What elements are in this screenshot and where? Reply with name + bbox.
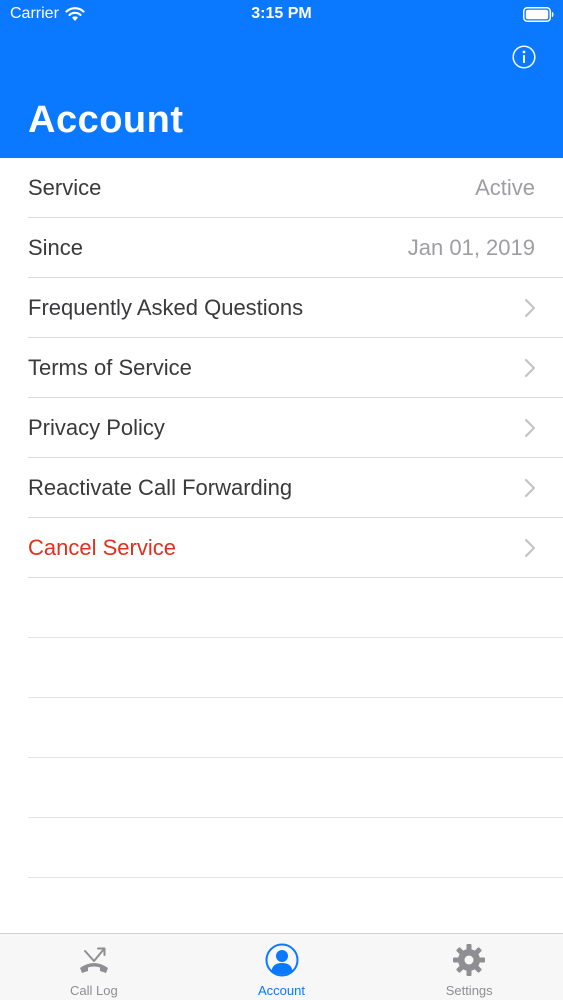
chevron-right-icon	[524, 418, 536, 438]
row-cancel-service[interactable]: Cancel Service	[0, 518, 563, 578]
row-label: Service	[28, 175, 102, 200]
since-date-value: Jan 01, 2019	[407, 235, 535, 260]
tab-account[interactable]: Account	[188, 934, 376, 1000]
status-bar: Carrier 3:15 PM	[0, 0, 563, 30]
chevron-right-icon	[524, 538, 536, 558]
empty-row	[0, 758, 563, 818]
row-reactivate-call-forwarding[interactable]: Reactivate Call Forwarding	[0, 458, 563, 518]
tab-label: Account	[258, 983, 305, 998]
row-since: Since Jan 01, 2019	[0, 218, 563, 278]
nav-header: Carrier 3:15 PM Account	[0, 0, 563, 158]
row-faq[interactable]: Frequently Asked Questions	[0, 278, 563, 338]
tab-call-log[interactable]: Call Log	[0, 934, 188, 1000]
row-privacy-policy[interactable]: Privacy Policy	[0, 398, 563, 458]
chevron-right-icon	[524, 298, 536, 318]
row-service: Service Active	[0, 158, 563, 218]
battery-icon	[523, 7, 554, 22]
empty-row	[0, 638, 563, 698]
row-label: Terms of Service	[28, 355, 192, 380]
tab-bar: Call Log Account Settings	[0, 933, 563, 1000]
service-status-value: Active	[475, 175, 535, 200]
chevron-right-icon	[524, 358, 536, 378]
row-label: Reactivate Call Forwarding	[28, 475, 293, 500]
status-time: 3:15 PM	[251, 5, 312, 22]
row-label: Privacy Policy	[28, 415, 165, 440]
page-title: Account	[28, 99, 184, 141]
row-terms-of-service[interactable]: Terms of Service	[0, 338, 563, 398]
gear-icon	[453, 944, 486, 976]
info-icon[interactable]	[512, 45, 536, 69]
row-label: Since	[28, 235, 84, 260]
call-log-icon	[79, 947, 108, 973]
tab-settings[interactable]: Settings	[375, 934, 563, 1000]
row-label: Cancel Service	[28, 535, 176, 560]
empty-row	[0, 578, 563, 638]
account-table: Service Active Since Jan 01, 2019 Freque…	[0, 158, 563, 878]
chevron-right-icon	[524, 478, 536, 498]
empty-row	[0, 698, 563, 758]
tab-label: Settings	[445, 983, 493, 998]
empty-row	[0, 818, 563, 878]
row-label: Frequently Asked Questions	[28, 295, 304, 320]
tab-label: Call Log	[69, 983, 118, 998]
account-icon	[265, 943, 298, 977]
